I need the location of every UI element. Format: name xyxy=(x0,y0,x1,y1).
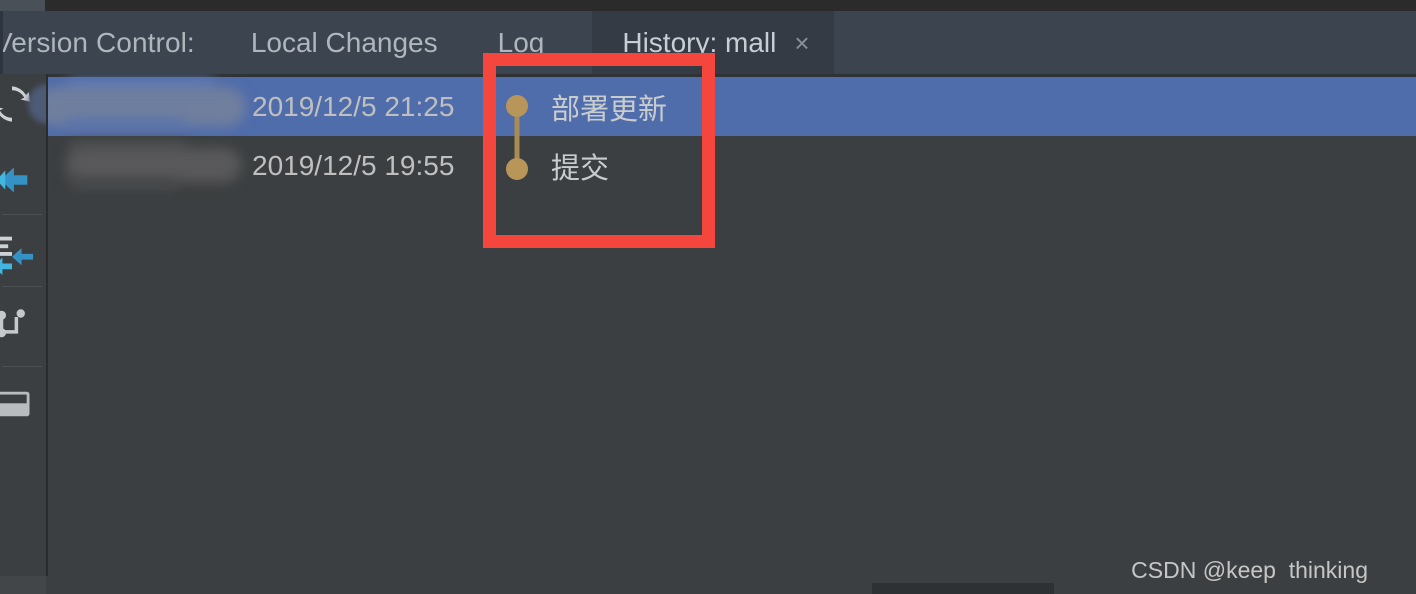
tab-bar-left-edge xyxy=(0,11,3,74)
toolbar-separator xyxy=(2,214,42,215)
window-top-strip-tab xyxy=(0,0,45,11)
show-details-icon[interactable] xyxy=(0,378,38,430)
branches-icon[interactable] xyxy=(0,298,38,350)
version-control-tool-window: Version Control: Local Changes Log Histo… xyxy=(0,0,1416,594)
tab-local-changes[interactable]: Local Changes xyxy=(231,11,458,74)
commit-date: 2019/12/5 21:25 xyxy=(252,90,455,122)
horizontal-scrollbar-thumb[interactable] xyxy=(872,583,1054,594)
diff-arrows-icon[interactable] xyxy=(0,226,38,278)
author-redaction-blur xyxy=(68,178,178,190)
commit-author-cell xyxy=(48,77,248,136)
author-redaction-blur xyxy=(66,119,186,133)
commit-history-list[interactable]: 2019/12/5 21:25 部署更新 2019/12/5 19:55 提交 xyxy=(48,74,1416,576)
tab-local-changes-label: Local Changes xyxy=(250,26,438,58)
commit-author-cell xyxy=(48,136,248,195)
tool-window-title: Version Control: xyxy=(0,26,195,58)
bottom-left-notch xyxy=(0,576,46,594)
table-row[interactable]: 2019/12/5 19:55 提交 xyxy=(48,136,1416,195)
window-top-strip xyxy=(0,0,1416,11)
annotation-rectangle xyxy=(483,53,715,248)
watermark: CSDN @keep thinking xyxy=(1131,557,1368,583)
vcs-toolbar xyxy=(0,74,68,594)
table-row[interactable]: 2019/12/5 21:25 部署更新 xyxy=(48,77,1416,136)
author-redaction-blur xyxy=(66,148,241,182)
toolbar-separator xyxy=(2,286,42,287)
toolbar-separator xyxy=(2,366,42,367)
horizontal-scrollbar-track[interactable] xyxy=(48,583,1416,594)
close-icon[interactable]: × xyxy=(794,30,809,56)
update-project-icon[interactable] xyxy=(0,154,38,206)
commit-date: 2019/12/5 19:55 xyxy=(252,149,455,181)
